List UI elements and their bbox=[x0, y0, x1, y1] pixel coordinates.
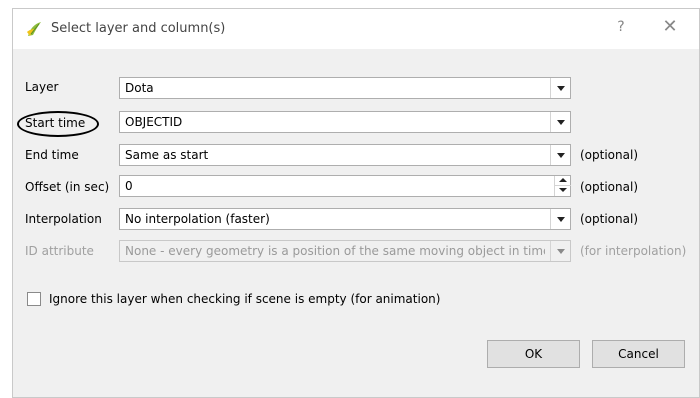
start-time-combobox[interactable]: OBJECTID bbox=[119, 111, 571, 133]
layer-value: Dota bbox=[125, 81, 154, 95]
spin-down-icon[interactable] bbox=[555, 186, 571, 196]
end-time-hint: (optional) bbox=[580, 148, 638, 162]
ignore-layer-checkbox-label[interactable]: Ignore this layer when checking if scene… bbox=[49, 292, 440, 306]
chevron-down-icon[interactable] bbox=[550, 145, 570, 165]
chevron-down-icon[interactable] bbox=[550, 78, 570, 98]
offset-hint: (optional) bbox=[580, 180, 638, 194]
dialog-window: Select layer and column(s) ? ✕ Layer Dot… bbox=[12, 8, 700, 398]
qgis-icon bbox=[25, 20, 43, 38]
help-button[interactable]: ? bbox=[611, 17, 631, 37]
spin-up-icon[interactable] bbox=[555, 176, 571, 186]
spin-arrows bbox=[554, 176, 571, 196]
id-attribute-combobox: None - every geometry is a position of t… bbox=[119, 240, 571, 262]
start-time-value: OBJECTID bbox=[125, 115, 183, 129]
chevron-down-icon[interactable] bbox=[550, 209, 570, 229]
offset-label: Offset (in sec) bbox=[25, 180, 110, 194]
ignore-layer-checkbox[interactable] bbox=[27, 292, 41, 306]
cancel-button[interactable]: Cancel bbox=[592, 340, 685, 368]
id-attribute-label: ID attribute bbox=[25, 244, 94, 258]
offset-spinbox[interactable]: 0 bbox=[119, 175, 571, 197]
id-attribute-hint: (for interpolation) bbox=[580, 244, 687, 258]
interpolation-hint: (optional) bbox=[580, 212, 638, 226]
ok-button[interactable]: OK bbox=[487, 340, 580, 368]
end-time-combobox[interactable]: Same as start bbox=[119, 144, 571, 166]
layer-label: Layer bbox=[25, 80, 59, 94]
start-time-label: Start time bbox=[25, 116, 86, 130]
offset-value: 0 bbox=[125, 179, 133, 193]
close-button[interactable]: ✕ bbox=[659, 17, 681, 37]
interpolation-label: Interpolation bbox=[25, 212, 102, 226]
end-time-label: End time bbox=[25, 148, 79, 162]
layer-combobox[interactable]: Dota bbox=[119, 77, 571, 99]
interpolation-combobox[interactable]: No interpolation (faster) bbox=[119, 208, 571, 230]
id-attribute-value: None - every geometry is a position of t… bbox=[125, 244, 545, 258]
dialog-title: Select layer and column(s) bbox=[51, 21, 226, 36]
title-bar: Select layer and column(s) ? ✕ bbox=[13, 9, 699, 49]
chevron-down-icon bbox=[550, 241, 570, 261]
end-time-value: Same as start bbox=[125, 148, 209, 162]
interpolation-value: No interpolation (faster) bbox=[125, 212, 270, 226]
chevron-down-icon[interactable] bbox=[550, 112, 570, 132]
